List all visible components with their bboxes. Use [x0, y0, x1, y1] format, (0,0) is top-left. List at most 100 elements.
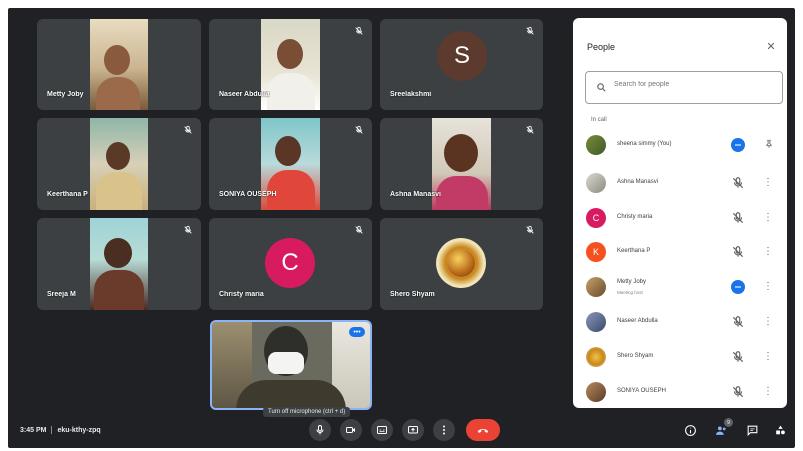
- mic-off-icon: [525, 225, 535, 235]
- participant-row[interactable]: C Christy maria ⋮: [573, 203, 787, 233]
- more-vert-icon[interactable]: ⋮: [763, 315, 773, 329]
- bottom-bar: 3:45 PM eku-kthy-zpq 9: [8, 412, 795, 448]
- participant-row[interactable]: Metty Joby Meeting host ⋮: [573, 272, 787, 302]
- participant-tile[interactable]: Ashna Manasvi: [380, 118, 543, 210]
- participant-name: sheena simmy (You): [617, 141, 672, 147]
- participant-video: [261, 19, 320, 110]
- avatar: [586, 135, 606, 155]
- participant-avatar: S: [437, 31, 487, 81]
- participant-video: [90, 218, 148, 310]
- people-button[interactable]: 9: [714, 418, 733, 437]
- activities-button[interactable]: [773, 423, 787, 437]
- participant-video: [90, 19, 148, 110]
- more-vert-icon[interactable]: ⋮: [763, 385, 773, 399]
- participant-name: SONIYA OUSEPH: [219, 191, 277, 198]
- participant-row[interactable]: K Keerthana P ⋮: [573, 237, 787, 267]
- speaking-indicator-icon: [731, 138, 745, 152]
- participant-name: Ashna Manasvi: [617, 179, 659, 185]
- participant-name: Shero Shyam: [390, 291, 435, 298]
- panel-title: People: [587, 42, 616, 52]
- participant-row[interactable]: sheena simmy (You): [573, 130, 787, 160]
- avatar: K: [586, 242, 606, 262]
- meet-window: Metty Joby Naseer Abdulla S Sreelakshmi …: [8, 8, 795, 448]
- avatar: [586, 277, 606, 297]
- present-icon: [408, 426, 418, 434]
- participant-name: Keerthana P: [47, 191, 88, 198]
- mic-off-icon: [183, 225, 193, 235]
- mic-off-icon: [731, 385, 745, 399]
- mic-off-icon: [731, 211, 745, 225]
- participant-row[interactable]: Naseer Abdulla ⋮: [573, 307, 787, 337]
- participant-name: Keerthana P: [617, 248, 651, 254]
- participant-name: SONIYA OUSEPH: [617, 388, 666, 394]
- participant-name: Metty Joby: [47, 91, 84, 98]
- activities-icon: [775, 425, 785, 434]
- mic-off-icon: [731, 176, 745, 190]
- participant-row[interactable]: SONIYA OUSEPH ⋮: [573, 377, 787, 407]
- participant-video: [90, 118, 148, 210]
- participant-tile[interactable]: S Sreelakshmi: [380, 19, 543, 110]
- participant-name: Sreelakshmi: [390, 91, 432, 98]
- chat-icon: [747, 425, 757, 436]
- close-icon[interactable]: ✕: [765, 40, 777, 53]
- meeting-time: 3:45 PM: [20, 426, 47, 434]
- search-people-field[interactable]: [585, 71, 783, 104]
- mic-off-icon: [525, 26, 535, 36]
- present-button[interactable]: [402, 419, 424, 441]
- pin-icon[interactable]: [764, 138, 774, 150]
- participant-name: Naseer Abdulla: [219, 91, 270, 98]
- participant-tile[interactable]: C Christy maria: [209, 218, 372, 310]
- participant-row[interactable]: Shero Shyam ⋮: [573, 342, 787, 372]
- mic-button[interactable]: [309, 419, 331, 441]
- participant-tile[interactable]: Shero Shyam: [380, 218, 543, 310]
- participant-tile[interactable]: Sreeja M: [37, 218, 201, 310]
- speaking-indicator-icon: [731, 280, 745, 294]
- people-panel: People ✕ In call sheena simmy (You) Ashn…: [573, 18, 787, 408]
- info-button[interactable]: [683, 423, 697, 437]
- mic-off-icon: [183, 125, 193, 135]
- participant-tile[interactable]: Metty Joby: [37, 19, 201, 110]
- search-people-input[interactable]: [614, 81, 764, 88]
- participant-name: Shero Shyam: [617, 353, 654, 359]
- end-call-button[interactable]: [466, 419, 500, 441]
- participant-avatar: C: [265, 238, 315, 288]
- more-vert-icon[interactable]: ⋮: [763, 176, 773, 190]
- end-call-icon: [477, 428, 489, 433]
- participant-name: Christy maria: [219, 291, 264, 298]
- participant-role: Meeting host: [617, 290, 643, 295]
- participant-tile[interactable]: Keerthana P: [37, 118, 201, 210]
- avatar: [586, 347, 606, 367]
- avatar: [586, 382, 606, 402]
- more-options-button[interactable]: [433, 419, 455, 441]
- mic-off-icon: [525, 125, 535, 135]
- mic-off-icon: [731, 245, 745, 259]
- participant-avatar: [436, 238, 486, 288]
- participant-tile[interactable]: SONIYA OUSEPH: [209, 118, 372, 210]
- participant-name: Christy maria: [617, 214, 653, 220]
- more-options-icon[interactable]: •••: [349, 327, 365, 337]
- avatar: [586, 312, 606, 332]
- more-vert-icon[interactable]: ⋮: [763, 280, 773, 294]
- participant-tile[interactable]: Naseer Abdulla: [209, 19, 372, 110]
- meeting-code: eku-kthy-zpq: [57, 426, 101, 434]
- participant-row[interactable]: Ashna Manasvi ⋮: [573, 168, 787, 198]
- mic-off-icon: [731, 350, 745, 364]
- camera-button[interactable]: [340, 419, 362, 441]
- avatar: [586, 173, 606, 193]
- chat-button[interactable]: [745, 423, 759, 437]
- participant-name: Sreeja M: [47, 291, 76, 298]
- more-vert-icon: [443, 425, 445, 435]
- search-icon: [597, 83, 606, 92]
- mic-off-icon: [354, 26, 364, 36]
- mic-off-icon: [731, 315, 745, 329]
- section-label: In call: [591, 117, 607, 123]
- participants-count-badge: 9: [724, 418, 733, 427]
- captions-icon: [377, 426, 387, 434]
- captions-button[interactable]: [371, 419, 393, 441]
- self-view[interactable]: •••: [210, 320, 372, 410]
- meeting-info: 3:45 PM eku-kthy-zpq: [20, 426, 101, 434]
- more-vert-icon[interactable]: ⋮: [763, 245, 773, 259]
- more-vert-icon[interactable]: ⋮: [763, 211, 773, 225]
- participant-name: Naseer Abdulla: [617, 318, 658, 324]
- more-vert-icon[interactable]: ⋮: [763, 350, 773, 364]
